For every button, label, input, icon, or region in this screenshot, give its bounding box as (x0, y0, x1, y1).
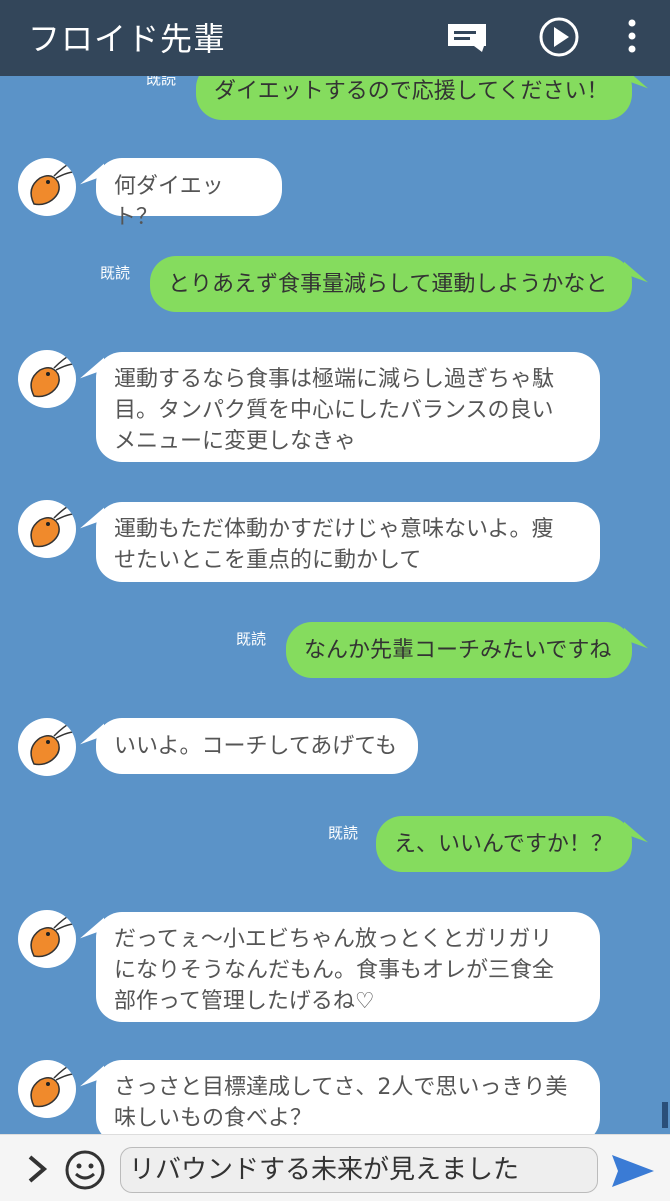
keyboard-icon[interactable] (444, 14, 490, 60)
scrollbar-thumb[interactable] (662, 1102, 668, 1128)
shrimp-avatar-icon (30, 721, 75, 766)
message-text: え、いいんですか！？ (394, 832, 613, 857)
message-text-line: だってぇ〜小エビちゃん放っとくとガリガリ (114, 927, 553, 952)
message-bubble-sent[interactable]: なんか先輩コーチみたいですね (286, 622, 632, 678)
message-text-line: 味しいもの食べよ？ (114, 1106, 313, 1131)
read-receipt: 既読 (100, 264, 131, 282)
message-bubble-received[interactable]: 何ダイエット？ (96, 158, 282, 230)
message-text-line: さっさと目標達成してさ、2人で思いっきり美 (114, 1075, 568, 1100)
message-composer: リバウンドする未来が見えました (0, 1134, 670, 1201)
more-options-icon[interactable] (612, 14, 652, 60)
shrimp-avatar-icon (30, 161, 75, 206)
message-input[interactable]: リバウンドする未来が見えました (120, 1147, 598, 1193)
message-text: ダイエットするので応援してください！ (214, 79, 609, 104)
shrimp-avatar-icon (30, 503, 75, 548)
avatar[interactable] (18, 158, 76, 216)
avatar[interactable] (18, 910, 76, 968)
message-bubble-sent[interactable]: ダイエットするので応援してください！ (196, 76, 632, 120)
message-text-line: 部作って管理したげるね♡ (114, 989, 375, 1014)
message-bubble-received[interactable]: さっさと目標達成してさ、2人で思いっきり美 味しいもの食べよ？ (96, 1060, 600, 1134)
message-bubble-received[interactable]: だってぇ〜小エビちゃん放っとくとガリガリ になりそうなんだもん。食事もオレが三食… (96, 912, 600, 1022)
message-text: とりあえず食事量減らして運動しようかなと (168, 272, 608, 297)
chat-title: フロイド先輩 (28, 20, 227, 58)
emoji-icon[interactable] (64, 1149, 106, 1191)
avatar[interactable] (18, 350, 76, 408)
avatar[interactable] (18, 500, 76, 558)
avatar[interactable] (18, 718, 76, 776)
expand-chevron-icon[interactable] (24, 1153, 50, 1185)
message-text-line: メニューに変更しなきゃ (114, 429, 357, 454)
message-text-line: になりそうなんだもん。食事もオレが三食全 (114, 958, 555, 983)
read-receipt: 既読 (236, 630, 267, 648)
shrimp-avatar-icon (30, 1063, 75, 1108)
message-bubble-sent[interactable]: とりあえず食事量減らして運動しようかなと (150, 256, 632, 312)
send-icon[interactable] (610, 1151, 656, 1191)
message-text-line: 運動もただ体動かすだけじゃ意味ないよ。痩 (114, 517, 554, 542)
chat-header: フロイド先輩 (0, 0, 670, 76)
chat-area[interactable]: 既読 ダイエットするので応援してください！ 何ダイエット？ 既読 とりあえず食事… (0, 76, 670, 1134)
read-receipt: 既読 (328, 824, 359, 842)
message-bubble-received[interactable]: いいよ。コーチしてあげても (96, 718, 418, 774)
play-icon[interactable] (536, 14, 582, 60)
message-text-line: せたいとこを重点的に動かして (114, 548, 422, 573)
message-text-line: 目。タンパク質を中心にしたバランスの良い (114, 398, 554, 423)
message-text: いいよ。コーチしてあげても (114, 734, 398, 759)
message-text: なんか先輩コーチみたいですね (304, 638, 612, 663)
shrimp-avatar-icon (30, 913, 75, 958)
message-bubble-received[interactable]: 運動するなら食事は極端に減らし過ぎちゃ駄 目。タンパク質を中心にしたバランスの良… (96, 352, 600, 462)
message-bubble-received[interactable]: 運動もただ体動かすだけじゃ意味ないよ。痩 せたいとこを重点的に動かして (96, 502, 600, 582)
message-text-line: 運動するなら食事は極端に減らし過ぎちゃ駄 (114, 367, 555, 392)
message-bubble-sent[interactable]: え、いいんですか！？ (376, 816, 632, 872)
shrimp-avatar-icon (30, 353, 75, 398)
avatar[interactable] (18, 1060, 76, 1118)
message-text: 何ダイエット？ (114, 174, 224, 230)
read-receipt: 既読 (146, 76, 177, 88)
